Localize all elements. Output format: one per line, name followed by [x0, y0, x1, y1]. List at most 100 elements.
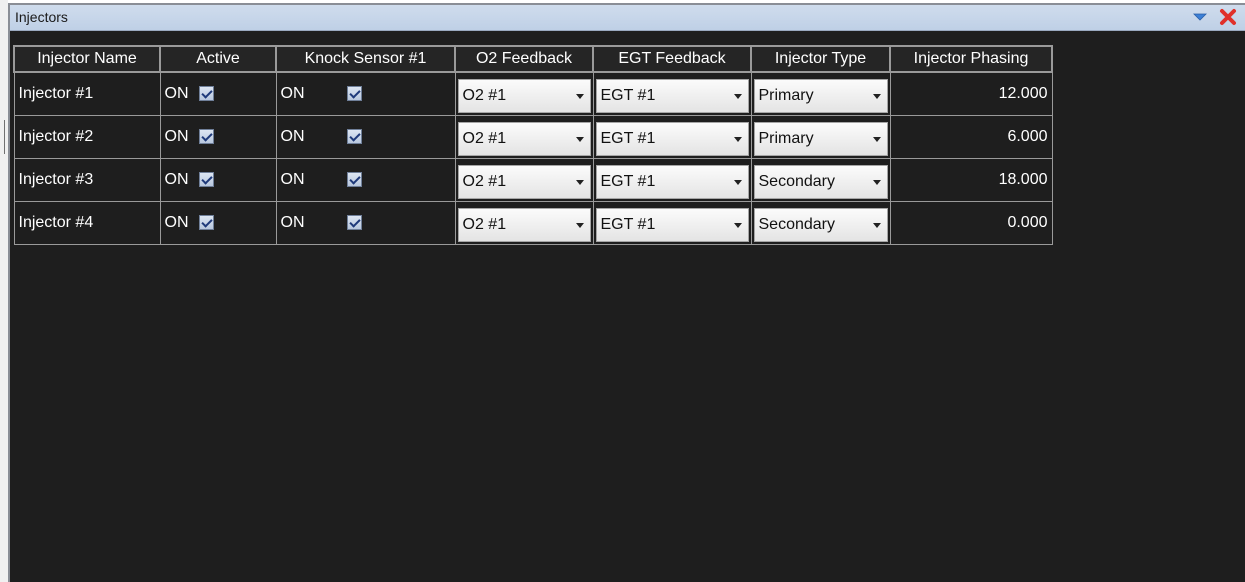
active-label: ON: [164, 213, 189, 231]
panel-content: Injector Name Active Knock Sensor #1 O2 …: [10, 32, 1245, 582]
knock-sensor-cell: ON: [275, 115, 456, 159]
egt-feedback-dropdown[interactable]: EGT #1: [595, 122, 749, 156]
active-cell: ON: [159, 201, 277, 245]
egt-feedback-value: EGT #1: [600, 173, 656, 190]
column-header-egt-feedback[interactable]: EGT Feedback: [592, 45, 752, 73]
injector-name-cell: Injector #3: [13, 158, 161, 202]
active-label: ON: [164, 127, 189, 145]
knock-sensor-checkbox[interactable]: [346, 172, 362, 188]
egt-feedback-dropdown[interactable]: EGT #1: [595, 79, 749, 113]
o2-feedback-value: O2 #1: [462, 216, 507, 233]
knock-sensor-label: ON: [280, 213, 305, 231]
egt-feedback-dropdown[interactable]: EGT #1: [595, 165, 749, 199]
active-checkbox[interactable]: [198, 172, 214, 188]
o2-feedback-dropdown[interactable]: O2 #1: [457, 122, 591, 156]
active-checkbox[interactable]: [198, 86, 214, 102]
injector-phasing-cell[interactable]: 6.000: [889, 115, 1053, 159]
chevron-down-icon: [575, 136, 584, 142]
chevron-down-icon: [733, 222, 742, 228]
o2-feedback-dropdown[interactable]: O2 #1: [457, 208, 591, 242]
chevron-down-icon: [872, 93, 881, 99]
knock-sensor-checkbox[interactable]: [346, 215, 362, 231]
injector-type-dropdown[interactable]: Secondary: [753, 165, 888, 199]
o2-feedback-cell: O2 #1: [454, 201, 594, 245]
egt-feedback-cell: EGT #1: [592, 71, 752, 116]
o2-feedback-dropdown[interactable]: O2 #1: [457, 165, 591, 199]
chevron-down-icon: [872, 179, 881, 185]
knock-sensor-checkbox[interactable]: [346, 129, 362, 145]
table-header-row: Injector Name Active Knock Sensor #1 O2 …: [13, 45, 1053, 73]
knock-sensor-label: ON: [280, 84, 305, 102]
injector-phasing-cell[interactable]: 0.000: [889, 201, 1053, 245]
injector-type-dropdown[interactable]: Primary: [753, 79, 888, 113]
chevron-down-icon: [575, 93, 584, 99]
knock-sensor-cell: ON: [275, 201, 456, 245]
egt-feedback-value: EGT #1: [600, 216, 656, 233]
column-header-knock-sensor[interactable]: Knock Sensor #1: [275, 45, 456, 73]
chevron-down-icon: [733, 179, 742, 185]
table-row: Injector #3 ON ON O2 #1 EGT #1 Secondary…: [13, 158, 1053, 202]
chevron-down-icon[interactable]: [1189, 7, 1211, 27]
o2-feedback-cell: O2 #1: [454, 71, 594, 116]
active-label: ON: [164, 84, 189, 102]
chevron-down-icon: [575, 179, 584, 185]
left-edge: [0, 0, 8, 582]
chevron-down-icon: [872, 222, 881, 228]
injector-type-value: Primary: [758, 87, 814, 104]
active-cell: ON: [159, 71, 277, 116]
table-row: Injector #1 ON ON O2 #1 EGT #1 Primary 1…: [13, 71, 1053, 116]
injectors-panel: Injectors Injector Name Active Knock Sen…: [8, 3, 1245, 582]
o2-feedback-value: O2 #1: [462, 130, 507, 147]
panel-titlebar: Injectors: [10, 5, 1245, 31]
injector-type-cell: Secondary: [750, 158, 891, 202]
column-header-injector-type[interactable]: Injector Type: [750, 45, 891, 73]
injector-type-dropdown[interactable]: Secondary: [753, 208, 888, 242]
egt-feedback-cell: EGT #1: [592, 158, 752, 202]
egt-feedback-value: EGT #1: [600, 130, 656, 147]
injector-type-value: Secondary: [758, 216, 836, 233]
knock-sensor-label: ON: [280, 170, 305, 188]
o2-feedback-cell: O2 #1: [454, 158, 594, 202]
active-checkbox[interactable]: [198, 215, 214, 231]
injector-type-cell: Primary: [750, 71, 891, 116]
egt-feedback-cell: EGT #1: [592, 115, 752, 159]
injector-type-dropdown[interactable]: Primary: [753, 122, 888, 156]
injector-type-cell: Primary: [750, 115, 891, 159]
injectors-table: Injector Name Active Knock Sensor #1 O2 …: [13, 45, 1053, 245]
injector-name-cell: Injector #4: [13, 201, 161, 245]
o2-feedback-value: O2 #1: [462, 173, 507, 190]
injector-phasing-cell[interactable]: 12.000: [889, 71, 1053, 116]
injector-type-value: Secondary: [758, 173, 836, 190]
injector-type-value: Primary: [758, 130, 814, 147]
table-row: Injector #4 ON ON O2 #1 EGT #1 Secondary…: [13, 201, 1053, 245]
chevron-down-icon: [575, 222, 584, 228]
egt-feedback-cell: EGT #1: [592, 201, 752, 245]
edge-marker: [4, 120, 5, 154]
injector-phasing-cell[interactable]: 18.000: [889, 158, 1053, 202]
column-header-active[interactable]: Active: [159, 45, 277, 73]
column-header-o2-feedback[interactable]: O2 Feedback: [454, 45, 594, 73]
table-row: Injector #2 ON ON O2 #1 EGT #1 Primary 6…: [13, 115, 1053, 159]
o2-feedback-dropdown[interactable]: O2 #1: [457, 79, 591, 113]
chevron-down-icon: [872, 136, 881, 142]
knock-sensor-label: ON: [280, 127, 305, 145]
egt-feedback-dropdown[interactable]: EGT #1: [595, 208, 749, 242]
knock-sensor-cell: ON: [275, 158, 456, 202]
chevron-down-icon: [733, 93, 742, 99]
injector-name-cell: Injector #2: [13, 115, 161, 159]
knock-sensor-checkbox[interactable]: [346, 86, 362, 102]
active-cell: ON: [159, 158, 277, 202]
knock-sensor-cell: ON: [275, 71, 456, 116]
column-header-injector-phasing[interactable]: Injector Phasing: [889, 45, 1053, 73]
active-checkbox[interactable]: [198, 129, 214, 145]
injector-name-cell: Injector #1: [13, 71, 161, 116]
active-label: ON: [164, 170, 189, 188]
close-icon[interactable]: [1217, 7, 1239, 27]
active-cell: ON: [159, 115, 277, 159]
egt-feedback-value: EGT #1: [600, 87, 656, 104]
o2-feedback-cell: O2 #1: [454, 115, 594, 159]
chevron-down-icon: [733, 136, 742, 142]
column-header-injector-name[interactable]: Injector Name: [13, 45, 161, 73]
o2-feedback-value: O2 #1: [462, 87, 507, 104]
panel-title: Injectors: [15, 9, 68, 25]
